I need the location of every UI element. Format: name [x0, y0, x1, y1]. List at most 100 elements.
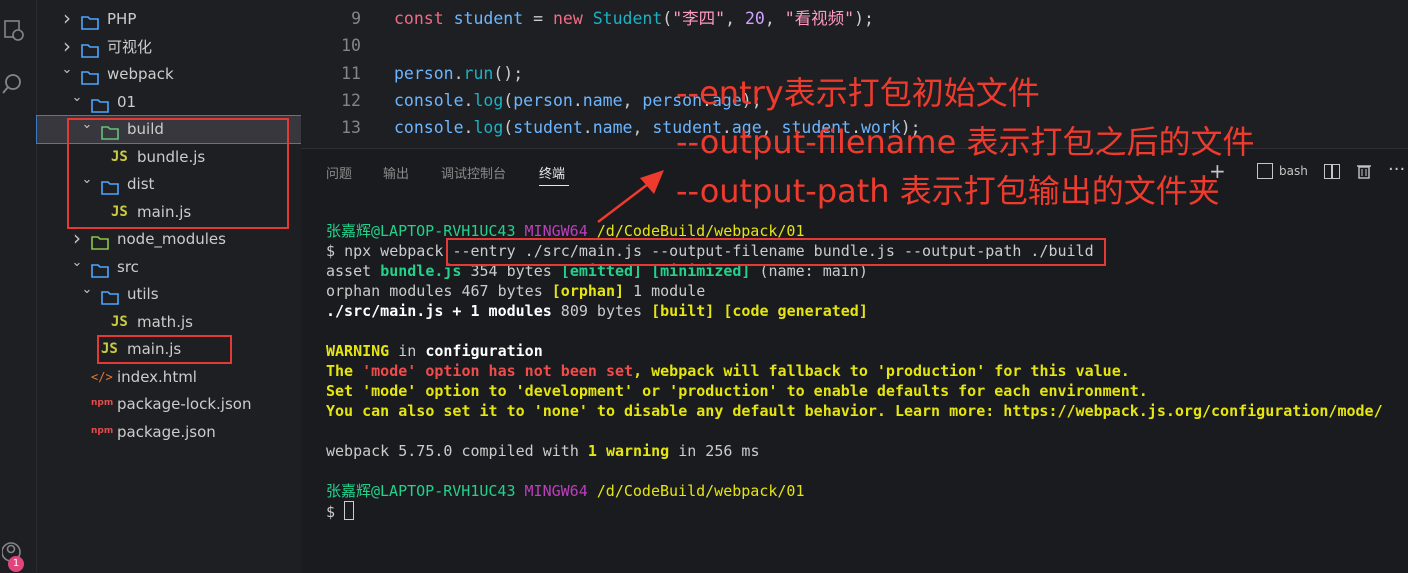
terminal-shell-icon[interactable]	[1257, 163, 1273, 179]
code-token: name	[592, 118, 633, 138]
tree-item-label: package.json	[117, 422, 216, 441]
code-token: new	[552, 9, 593, 28]
code-token: =	[523, 9, 553, 28]
terminal-warning-header: WARNING in configuration	[326, 342, 543, 360]
chevron-down-icon[interactable]: ⌄	[79, 281, 95, 308]
annotation-entry: --entry表示打包初始文件	[676, 74, 1040, 112]
code-token: (	[503, 118, 514, 138]
tree-item-utils[interactable]: ⌄ utils	[37, 281, 301, 308]
tree-item-webpack[interactable]: ⌄ webpack	[37, 61, 301, 88]
folder-icon	[81, 67, 99, 85]
tree-item-package-json[interactable]: npm package.json	[37, 419, 301, 446]
tree-item-index-html[interactable]: </> index.html	[37, 364, 301, 391]
code-token: .	[463, 118, 474, 138]
chevron-down-icon[interactable]: ⌄	[69, 89, 85, 116]
activity-bar: 1	[0, 0, 37, 572]
code-token: ();	[493, 63, 524, 83]
line-number: 13	[341, 118, 361, 138]
code-token: student	[453, 9, 524, 28]
code-token: .	[463, 90, 474, 110]
code-token: name	[582, 90, 623, 110]
terminal-warning-line-3: You can also set it to 'none' to disable…	[326, 402, 1383, 420]
active-tab-indicator	[539, 185, 569, 186]
annotation-output-path: --output-path 表示打包输出的文件夹	[676, 172, 1220, 210]
more-actions-icon[interactable]: ···	[1388, 159, 1405, 180]
code-token: person	[394, 63, 454, 83]
html-file-icon: </>	[91, 369, 113, 384]
code-token: ,	[725, 9, 745, 28]
npm-icon: npm	[91, 398, 114, 408]
tree-item-label: PHP	[107, 10, 137, 28]
folder-icon	[91, 95, 109, 113]
line-number: 12	[341, 90, 361, 110]
tree-item-folder[interactable]: › 可视化	[37, 34, 301, 61]
code-token: person	[513, 90, 573, 110]
chevron-right-icon[interactable]: ›	[69, 226, 85, 253]
terminal-orphan-line: orphan modules 467 bytes [orphan] 1 modu…	[326, 282, 706, 300]
chevron-right-icon[interactable]: ›	[59, 6, 75, 33]
tree-item-package-lock-json[interactable]: npm package-lock.json	[37, 391, 301, 418]
code-token: "李四"	[672, 9, 726, 28]
code-token: console	[394, 118, 464, 138]
annotation-output-filename: --output-filename 表示打包之后的文件	[676, 123, 1255, 161]
code-token: );	[854, 9, 874, 28]
chevron-down-icon[interactable]: ⌄	[69, 254, 85, 281]
tree-item-label: 可视化	[107, 37, 153, 56]
code-token: ,	[622, 90, 643, 110]
tree-item-label: src	[117, 257, 139, 276]
code-text: person.run();	[394, 60, 523, 87]
run-debug-icon[interactable]	[2, 18, 26, 42]
code-token: log	[473, 118, 504, 138]
folder-icon	[81, 40, 99, 58]
trash-icon[interactable]	[1356, 163, 1372, 183]
tree-item-label: package-lock.json	[117, 395, 252, 413]
code-token: .	[453, 63, 464, 83]
code-token: (	[662, 9, 673, 28]
tree-item-label: math.js	[137, 312, 193, 331]
build-dist-highlight-box	[67, 118, 289, 229]
tab-output[interactable]: 输出	[383, 163, 409, 182]
tree-item-label: node_modules	[117, 230, 226, 248]
code-token: .	[582, 118, 593, 138]
code-token: log	[473, 90, 504, 110]
tree-item-label: webpack	[107, 65, 174, 83]
terminal-shell-label[interactable]: bash	[1279, 164, 1308, 178]
tab-terminal[interactable]: 终端	[539, 163, 565, 182]
explorer-tree: › PHP › 可视化 ⌄ webpack ⌄ 01 ⌄ build JS bundle.js ⌄ dis…	[36, 0, 302, 572]
tree-item-math-js[interactable]: JS math.js	[37, 309, 301, 336]
line-number: 11	[341, 63, 361, 83]
tree-item-src[interactable]: ⌄ src	[37, 254, 301, 281]
code-token: console	[394, 90, 464, 110]
code-token: ,	[764, 9, 785, 28]
js-file-icon: JS	[111, 313, 128, 330]
tab-debug-console[interactable]: 调试控制台	[441, 163, 506, 182]
split-terminal-icon[interactable]	[1324, 164, 1340, 179]
annotation-arrow	[597, 170, 664, 223]
search-icon[interactable]	[2, 72, 26, 96]
code-text: const student = new Student("李四", 20, "看…	[394, 5, 874, 32]
tree-item-01[interactable]: ⌄ 01	[37, 89, 301, 116]
terminal-compiled-line: webpack 5.75.0 compiled with 1 warning i…	[326, 442, 760, 460]
code-token: .	[572, 90, 583, 110]
terminal-module-line: ./src/main.js + 1 modules 809 bytes [bui…	[326, 302, 868, 320]
code-token: "看视频"	[784, 9, 855, 28]
line-number: 9	[351, 9, 361, 28]
folder-icon	[81, 12, 99, 30]
tree-item-label: index.html	[117, 367, 197, 386]
terminal-cursor	[344, 501, 355, 520]
terminal-input-line[interactable]: $	[326, 501, 355, 522]
tree-item-node-modules[interactable]: › node_modules	[37, 226, 301, 253]
tab-problems[interactable]: 问题	[326, 163, 352, 182]
npm-icon: npm	[91, 425, 114, 436]
code-token: (	[503, 90, 514, 110]
tree-item-php[interactable]: › PHP	[37, 6, 301, 33]
main-js-highlight-box	[97, 335, 232, 364]
account-badge: 1	[8, 556, 24, 572]
chevron-down-icon[interactable]: ⌄	[59, 61, 75, 88]
terminal-warning-line-1: The 'mode' option has not been set, webp…	[326, 362, 1130, 380]
folder-icon	[91, 260, 109, 278]
code-token: 20	[744, 9, 765, 28]
chevron-right-icon[interactable]: ›	[59, 34, 75, 61]
terminal-warning-line-2: Set 'mode' option to 'development' or 'p…	[326, 382, 1148, 400]
code-token: Student	[592, 9, 663, 28]
